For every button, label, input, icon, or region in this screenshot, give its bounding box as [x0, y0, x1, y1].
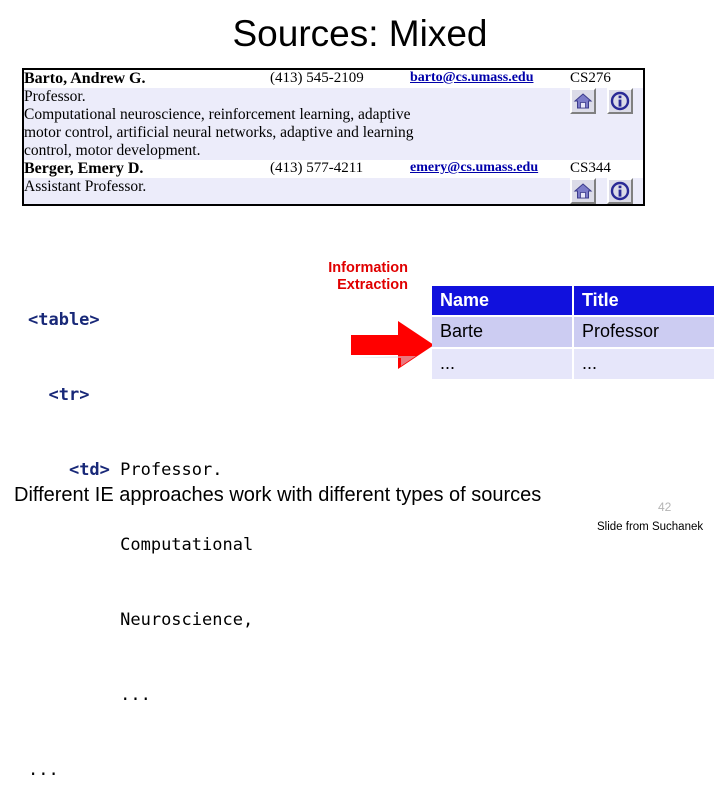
code-line: <table>: [28, 308, 253, 333]
person-phone: (413) 577-4211: [270, 160, 364, 176]
right-arrow-icon: [346, 318, 438, 374]
column-header-name: Name: [432, 286, 572, 315]
info-icon[interactable]: [607, 178, 633, 204]
extracted-output-table: Name Title Barte Professor ... ...: [430, 284, 716, 381]
cell-title: Professor: [574, 317, 714, 347]
code-tag: <td>: [68, 460, 110, 480]
person-description: Professor. Computational neuroscience, r…: [24, 88, 570, 160]
person-course: CS276: [570, 70, 611, 86]
code-line: ...: [28, 758, 253, 783]
cell-name: ...: [432, 349, 572, 379]
information-extraction-label: Information Extraction: [316, 260, 408, 294]
column-header-title: Title: [574, 286, 714, 315]
cell-title: ...: [574, 349, 714, 379]
table-row: Barto, Andrew G. (413) 545-2109 barto@cs…: [24, 70, 643, 88]
code-text: ...: [28, 760, 59, 780]
person-description: Assistant Professor.: [24, 178, 570, 204]
description-line: control, motor development.: [24, 142, 201, 159]
html-source-code-block: <table> <tr> <td> Professor. Computation…: [28, 258, 253, 808]
description-line: Assistant Professor.: [24, 178, 147, 195]
table-row: Barte Professor: [432, 317, 714, 347]
code-tag: <tr>: [48, 385, 90, 405]
description-line: Computational neuroscience, reinforcemen…: [24, 106, 411, 123]
code-text: Professor.: [109, 460, 223, 480]
info-icon[interactable]: [607, 88, 633, 114]
code-line: Computational: [28, 533, 253, 558]
person-phone: (413) 545-2109: [270, 70, 364, 86]
person-icon-buttons: [570, 178, 643, 204]
person-email-link[interactable]: emery@cs.umass.edu: [410, 160, 570, 178]
home-icon[interactable]: [570, 88, 596, 114]
source-table-element: Barto, Andrew G. (413) 545-2109 barto@cs…: [24, 70, 643, 204]
table-row: ... ...: [432, 349, 714, 379]
table-row: Assistant Professor.: [24, 178, 643, 204]
table-row: Professor. Computational neuroscience, r…: [24, 88, 643, 160]
code-line: <tr>: [28, 383, 253, 408]
code-text: Computational: [68, 535, 254, 555]
ie-label-line-2: Extraction: [337, 277, 408, 293]
slide-credit: Slide from Suchanek: [597, 521, 704, 533]
code-line: <td> Professor.: [28, 458, 253, 483]
description-line: motor control, artificial neural network…: [24, 124, 414, 141]
person-name: Berger, Emery D.: [24, 160, 144, 177]
code-line: Neuroscience,: [28, 608, 253, 633]
code-line: ...: [28, 683, 253, 708]
ie-label-line-1: Information: [328, 260, 408, 276]
slide-number: 42: [658, 500, 672, 514]
person-course: CS344: [570, 160, 611, 176]
page-title: Sources: Mixed: [232, 13, 488, 54]
home-icon[interactable]: [570, 178, 596, 204]
cell-name: Barte: [432, 317, 572, 347]
source-web-page-table: Barto, Andrew G. (413) 545-2109 barto@cs…: [22, 68, 645, 206]
table-row: Berger, Emery D. (413) 577-4211 emery@cs…: [24, 160, 643, 178]
output-table-header-row: Name Title: [432, 286, 714, 315]
footer-note: Different IE approaches work with differ…: [14, 484, 542, 506]
person-name: Barto, Andrew G.: [24, 70, 146, 87]
description-line: Professor.: [24, 88, 86, 105]
person-email-link[interactable]: barto@cs.umass.edu: [410, 70, 570, 88]
code-text: Neuroscience,: [68, 610, 254, 630]
person-icon-buttons: [570, 88, 643, 160]
code-tag: <table>: [28, 310, 100, 330]
code-text: ...: [68, 685, 151, 705]
